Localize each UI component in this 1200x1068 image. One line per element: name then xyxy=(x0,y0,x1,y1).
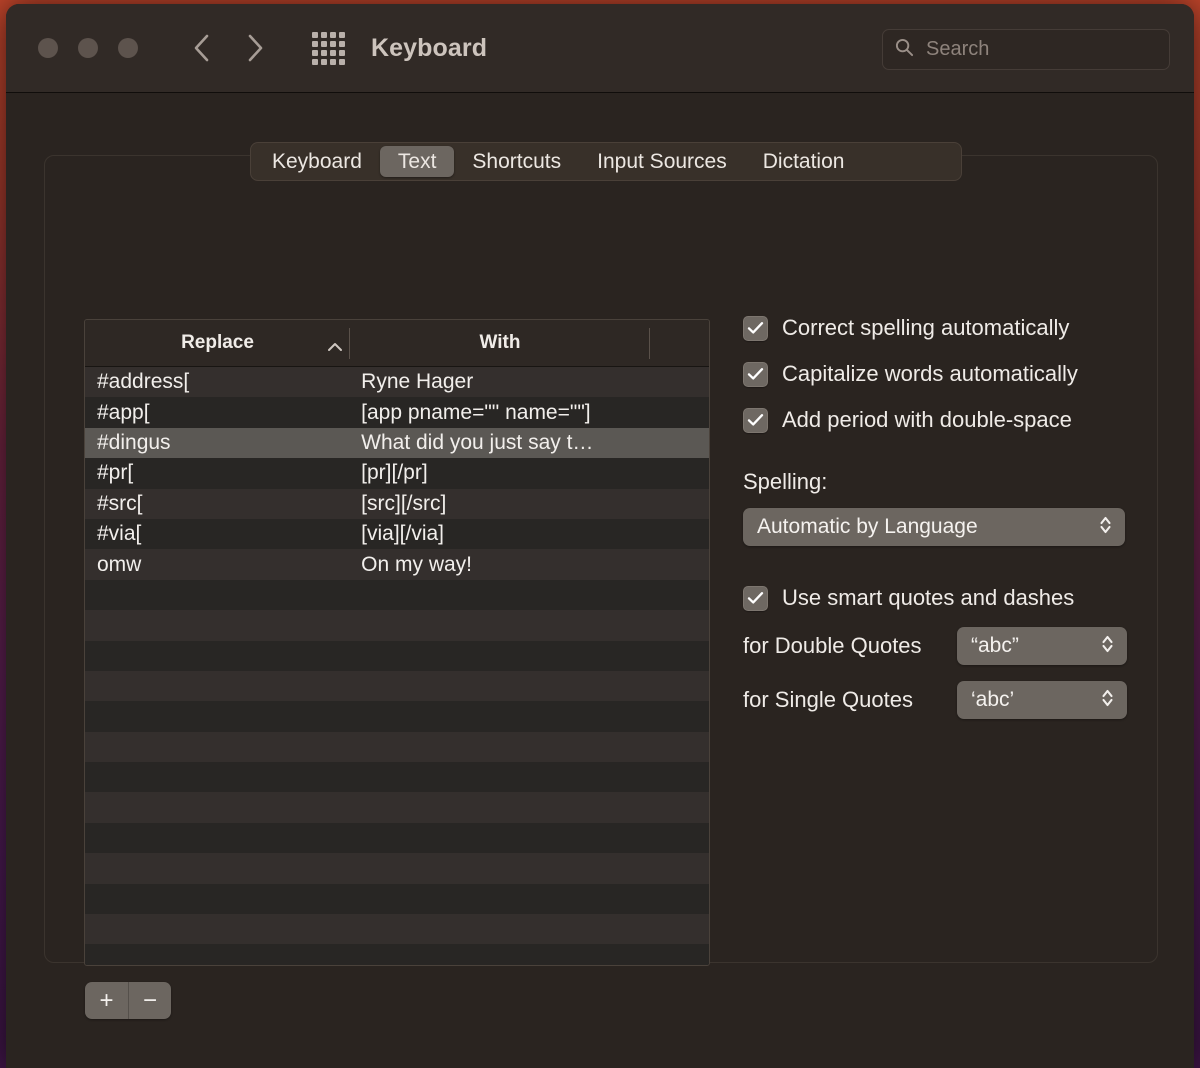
checkbox-correct-spelling[interactable] xyxy=(743,315,768,341)
table-row[interactable] xyxy=(85,579,709,611)
double-quotes-label: for Double Quotes xyxy=(743,633,922,658)
option-smart-quotes-label: Use smart quotes and dashes xyxy=(782,585,1075,610)
cell-replace: omw xyxy=(97,552,142,576)
forward-chevron-icon[interactable] xyxy=(242,31,268,65)
chevron-updown-icon xyxy=(1100,686,1115,715)
add-entry-button[interactable]: + xyxy=(85,982,128,1019)
cell-with: [via][/via] xyxy=(361,522,445,546)
zoom-button[interactable] xyxy=(118,38,138,58)
spelling-popup-button[interactable]: Automatic by Language xyxy=(743,508,1125,546)
tab-dictation[interactable]: Dictation xyxy=(745,146,863,177)
header-divider xyxy=(649,328,650,359)
table-row[interactable]: #app[ [app pname="" name=""] xyxy=(85,397,709,428)
table-row[interactable]: #dingus What did you just say t… xyxy=(85,427,709,459)
cell-with: [pr][/pr] xyxy=(361,461,428,485)
option-capitalize-words[interactable]: Capitalize words automatically xyxy=(743,361,1143,387)
option-smart-quotes[interactable]: Use smart quotes and dashes xyxy=(743,585,1143,611)
double-quotes-row: for Double Quotes “abc” xyxy=(743,627,1143,665)
tab-bar: Keyboard Text Shortcuts Input Sources Di… xyxy=(250,142,962,181)
table-row[interactable] xyxy=(85,731,709,763)
cell-replace: #src[ xyxy=(97,491,143,515)
text-replacement-table[interactable]: Replace With #address[ Ryne Hager #app[ [ap… xyxy=(84,319,710,966)
search-icon xyxy=(895,38,914,62)
checkbox-smart-quotes[interactable] xyxy=(743,585,768,611)
cell-replace: #dingus xyxy=(97,430,171,454)
page-title: Keyboard xyxy=(371,33,488,62)
preferences-window: Keyboard Search Keyboard Text Shortcuts … xyxy=(6,4,1194,1068)
table-row[interactable] xyxy=(85,610,709,641)
table-row[interactable] xyxy=(85,762,709,793)
search-field[interactable]: Search xyxy=(882,29,1170,70)
table-row[interactable] xyxy=(85,822,709,854)
minimize-button[interactable] xyxy=(78,38,98,58)
cell-replace: #pr[ xyxy=(97,461,134,485)
checkbox-capitalize-words[interactable] xyxy=(743,361,768,387)
single-quotes-row: for Single Quotes ‘abc’ xyxy=(743,681,1143,719)
traffic-lights xyxy=(38,38,138,58)
table-row[interactable] xyxy=(85,883,709,915)
double-quotes-popup-button[interactable]: “abc” xyxy=(957,627,1127,665)
back-chevron-icon[interactable] xyxy=(188,31,214,65)
table-row[interactable]: omw On my way! xyxy=(85,549,709,580)
chevron-updown-icon xyxy=(1100,632,1115,661)
search-placeholder: Search xyxy=(926,38,990,60)
option-correct-spelling[interactable]: Correct spelling automatically xyxy=(743,315,1143,341)
table-row[interactable]: #via[ [via][/via] xyxy=(85,518,709,550)
table-row[interactable] xyxy=(85,914,709,945)
table-row[interactable] xyxy=(85,701,709,732)
table-row[interactable] xyxy=(85,792,709,823)
spelling-label: Spelling: xyxy=(743,469,828,494)
cell-replace: #app[ xyxy=(97,400,150,424)
cell-with: Ryne Hager xyxy=(361,370,474,394)
content-area: Keyboard Text Shortcuts Input Sources Di… xyxy=(6,93,1194,1068)
cell-replace: #via[ xyxy=(97,522,142,546)
chevron-updown-icon xyxy=(1098,513,1113,542)
spelling-popup-value: Automatic by Language xyxy=(757,515,978,538)
single-quotes-popup-value: ‘abc’ xyxy=(971,688,1015,711)
close-button[interactable] xyxy=(38,38,58,58)
cell-with: What did you just say t… xyxy=(361,430,594,454)
cell-replace: #address[ xyxy=(97,370,190,394)
table-row[interactable] xyxy=(85,853,709,884)
window-titlebar: Keyboard Search xyxy=(6,4,1194,93)
column-header-replace[interactable]: Replace xyxy=(85,320,350,366)
single-quotes-label: for Single Quotes xyxy=(743,687,913,712)
option-capitalize-words-label: Capitalize words automatically xyxy=(782,361,1078,386)
table-row[interactable]: #address[ Ryne Hager xyxy=(85,367,709,398)
show-all-grid-icon[interactable] xyxy=(312,31,345,65)
single-quotes-popup-button[interactable]: ‘abc’ xyxy=(957,681,1127,719)
table-row[interactable] xyxy=(85,640,709,671)
option-add-period[interactable]: Add period with double-space xyxy=(743,407,1143,433)
navigation-buttons xyxy=(188,31,268,65)
cell-with: [app pname="" name=""] xyxy=(361,400,591,424)
remove-entry-button[interactable]: − xyxy=(128,982,171,1019)
cell-with: On my way! xyxy=(361,552,473,576)
option-correct-spelling-label: Correct spelling automatically xyxy=(782,315,1070,340)
option-add-period-label: Add period with double-space xyxy=(782,407,1072,432)
table-header-row: Replace With xyxy=(85,320,709,367)
tab-shortcuts[interactable]: Shortcuts xyxy=(454,146,579,177)
table-row[interactable] xyxy=(85,670,709,702)
table-row[interactable] xyxy=(85,944,709,965)
table-body: #address[ Ryne Hager #app[ [app pname="" na… xyxy=(85,367,709,965)
options-column: Correct spelling automatically Capitaliz… xyxy=(743,315,1143,719)
tab-text[interactable]: Text xyxy=(379,146,455,177)
checkbox-add-period[interactable] xyxy=(743,407,768,433)
table-row[interactable]: #src[ [src][/src] xyxy=(85,488,709,519)
table-row[interactable]: #pr[ [pr][/pr] xyxy=(85,458,709,489)
tab-keyboard[interactable]: Keyboard xyxy=(254,146,380,177)
sort-chevron-up-icon xyxy=(327,337,343,359)
column-header-replace-label: Replace xyxy=(181,332,254,353)
column-header-with-label: With xyxy=(479,332,521,353)
cell-with: [src][/src] xyxy=(361,491,447,515)
tab-input-sources[interactable]: Input Sources xyxy=(579,146,745,177)
column-header-with[interactable]: With xyxy=(350,320,650,366)
add-remove-control: + − xyxy=(85,982,171,1019)
double-quotes-popup-value: “abc” xyxy=(971,634,1019,657)
